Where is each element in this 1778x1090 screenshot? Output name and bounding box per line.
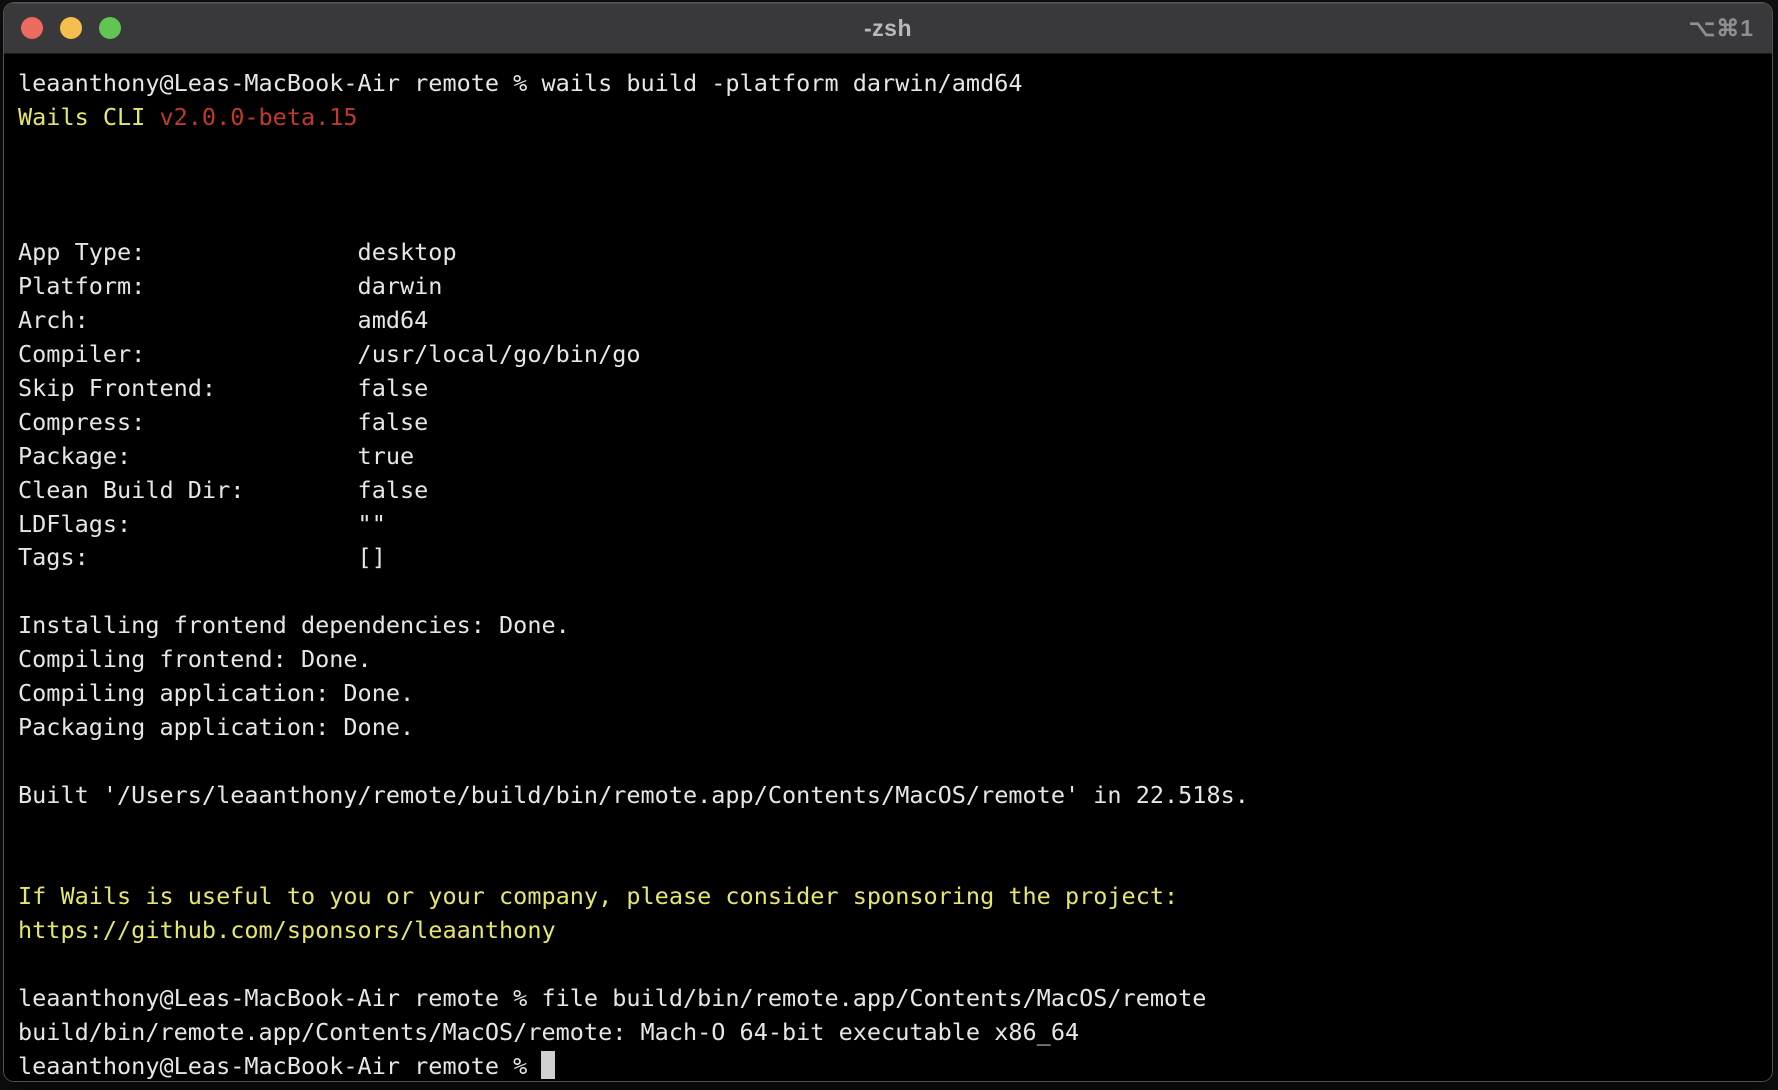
terminal-line: LDFlags: "" [18, 508, 1772, 542]
terminal-line: Platform: darwin [18, 270, 1772, 304]
terminal-line: Compiling frontend: Done. [18, 643, 1772, 677]
close-button[interactable] [21, 17, 43, 39]
terminal-text: leaanthony@Leas-MacBook-Air remote % [18, 1052, 541, 1080]
terminal-line [18, 745, 1772, 779]
terminal-text: If Wails is useful to you or your compan… [18, 882, 1178, 910]
terminal-text: Compiler: /usr/local/go/bin/go [18, 340, 641, 368]
terminal-text: Arch: amd64 [18, 306, 428, 334]
terminal-text: App Type: desktop [18, 238, 457, 266]
traffic-lights [21, 3, 121, 53]
terminal-line: Compiler: /usr/local/go/bin/go [18, 338, 1772, 372]
keyboard-shortcut-badge: ⌥⌘1 [1689, 3, 1754, 53]
titlebar[interactable]: -zsh ⌥⌘1 [4, 3, 1772, 54]
terminal-line: Compiling application: Done. [18, 677, 1772, 711]
terminal-line: Built '/Users/leaanthony/remote/build/bi… [18, 779, 1772, 813]
terminal-text: leaanthony@Leas-MacBook-Air remote % fil… [18, 984, 1206, 1012]
terminal-line: https://github.com/sponsors/leaanthony [18, 914, 1772, 948]
terminal-text: Tags: [] [18, 543, 386, 571]
window-title: -zsh [864, 15, 912, 42]
terminal-line: Packaging application: Done. [18, 711, 1772, 745]
terminal-text: Compiling application: Done. [18, 679, 414, 707]
terminal-line [18, 948, 1772, 982]
terminal-text: Packaging application: Done. [18, 713, 414, 741]
terminal-line [18, 575, 1772, 609]
terminal-text: Platform: darwin [18, 272, 442, 300]
terminal-line: App Type: desktop [18, 236, 1772, 270]
terminal-text: Installing frontend dependencies: Done. [18, 611, 570, 639]
terminal-line: If Wails is useful to you or your compan… [18, 880, 1772, 914]
terminal-cursor [541, 1051, 555, 1079]
terminal-line: leaanthony@Leas-MacBook-Air remote % wai… [18, 67, 1772, 101]
terminal-line: Compress: false [18, 406, 1772, 440]
terminal-line: Clean Build Dir: false [18, 474, 1772, 508]
terminal-line [18, 169, 1772, 203]
terminal-output[interactable]: leaanthony@Leas-MacBook-Air remote % wai… [4, 54, 1772, 1081]
terminal-line: Skip Frontend: false [18, 372, 1772, 406]
zoom-button[interactable] [99, 17, 121, 39]
terminal-line: leaanthony@Leas-MacBook-Air remote % [18, 1050, 1772, 1082]
terminal-text: Package: true [18, 442, 414, 470]
terminal-text: LDFlags: "" [18, 510, 386, 538]
terminal-line: Tags: [] [18, 541, 1772, 575]
terminal-line: build/bin/remote.app/Contents/MacOS/remo… [18, 1016, 1772, 1050]
terminal-line: Installing frontend dependencies: Done. [18, 609, 1772, 643]
terminal-line: Package: true [18, 440, 1772, 474]
terminal-text: leaanthony@Leas-MacBook-Air remote % wai… [18, 69, 1023, 97]
terminal-line [18, 203, 1772, 237]
terminal-text: Compress: false [18, 408, 428, 436]
terminal-line: Arch: amd64 [18, 304, 1772, 338]
terminal-text: Built '/Users/leaanthony/remote/build/bi… [18, 781, 1249, 809]
terminal-line: leaanthony@Leas-MacBook-Air remote % fil… [18, 982, 1772, 1016]
terminal-line [18, 846, 1772, 880]
terminal-text: Clean Build Dir: false [18, 476, 428, 504]
terminal-line: Wails CLI v2.0.0-beta.15 [18, 101, 1772, 135]
terminal-line [18, 135, 1772, 169]
terminal-text: Skip Frontend: false [18, 374, 428, 402]
terminal-line [18, 813, 1772, 847]
terminal-text: Compiling frontend: Done. [18, 645, 372, 673]
terminal-text: build/bin/remote.app/Contents/MacOS/remo… [18, 1018, 1079, 1046]
terminal-window: -zsh ⌥⌘1 leaanthony@Leas-MacBook-Air rem… [3, 2, 1773, 1082]
minimize-button[interactable] [60, 17, 82, 39]
terminal-text: https://github.com/sponsors/leaanthony [18, 916, 556, 944]
terminal-text: Wails CLI [18, 103, 159, 131]
terminal-text: v2.0.0-beta.15 [159, 103, 357, 131]
